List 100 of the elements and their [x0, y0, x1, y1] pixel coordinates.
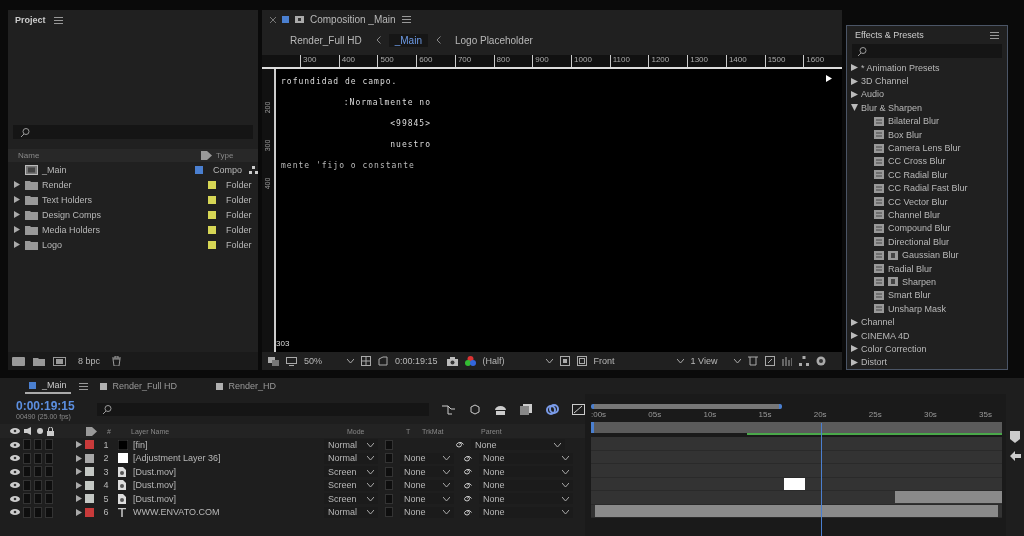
expand-arrow-icon[interactable] [851, 77, 858, 85]
label-color-swatch[interactable] [85, 440, 94, 450]
layer-name[interactable]: [Dust.mov] [133, 480, 321, 491]
effect-category[interactable]: * Animation Presets [861, 62, 940, 73]
timeline-tab[interactable]: _Main [25, 378, 71, 394]
mask-icon[interactable] [378, 356, 388, 366]
effect-category[interactable]: Color Correction [861, 343, 927, 354]
layer-name[interactable]: [Adjustment Layer 36] [133, 453, 321, 464]
zoom-arrow-icon[interactable] [1009, 451, 1021, 461]
label-color-swatch[interactable] [85, 507, 94, 517]
effect-category[interactable]: Distort [861, 357, 887, 368]
project-item-name[interactable]: _Main [42, 164, 191, 175]
effect-category[interactable]: 3D Channel [861, 76, 909, 87]
switch-box[interactable] [34, 452, 42, 464]
expand-arrow-icon[interactable] [851, 358, 858, 366]
close-icon[interactable] [270, 16, 276, 23]
new-folder-icon[interactable] [33, 356, 45, 366]
switch-box[interactable] [23, 466, 31, 478]
switch-box[interactable] [385, 439, 393, 450]
eye-icon[interactable] [10, 428, 20, 434]
effect-item[interactable]: Sharpen [902, 276, 937, 287]
menu-icon[interactable] [78, 382, 88, 390]
project-item-name[interactable]: Render [42, 179, 204, 190]
menu-icon[interactable] [53, 16, 63, 24]
project-item-name[interactable]: Text Holders [42, 194, 204, 205]
eye-icon[interactable] [10, 495, 20, 502]
switch-box[interactable] [23, 493, 31, 505]
switch-box[interactable] [385, 453, 393, 464]
camera-icon[interactable] [446, 356, 458, 366]
expand-arrow-icon[interactable] [14, 181, 20, 188]
color-channels-icon[interactable] [464, 356, 476, 366]
search-field[interactable] [852, 44, 1002, 58]
comp-marker-icon[interactable] [1010, 431, 1020, 443]
expand-arrow-icon[interactable] [851, 332, 858, 339]
effect-item[interactable]: Camera Lens Blur [888, 143, 961, 154]
effect-item[interactable]: CC Radial Fast Blur [888, 183, 968, 194]
grid-icon[interactable] [361, 356, 371, 366]
breadcrumb-tab[interactable]: _Main [388, 33, 428, 47]
composition-flowchart-icon[interactable] [442, 403, 456, 415]
switch-box[interactable] [385, 466, 393, 477]
effect-category[interactable]: Blur & Sharpen [861, 102, 923, 113]
view-layout-dropdown[interactable]: 1 View [690, 356, 727, 366]
switch-box[interactable] [34, 506, 42, 518]
switch-box[interactable] [385, 507, 393, 518]
composition-canvas[interactable]: rofundidad de campo. :Normalmente no <99845> nuestro mente 'fijo o constante 303 [276, 69, 842, 352]
switch-box[interactable] [45, 439, 53, 451]
eye-icon[interactable] [10, 468, 20, 475]
new-composition-icon[interactable] [53, 356, 66, 366]
effect-item[interactable]: Compound Blur [888, 223, 951, 234]
eye-icon[interactable] [10, 509, 20, 516]
eye-icon[interactable] [10, 482, 20, 489]
effect-item[interactable]: CC Vector Blur [888, 196, 948, 207]
expand-arrow-icon[interactable] [851, 318, 858, 326]
frame-blending-icon[interactable] [520, 403, 534, 415]
effect-item[interactable]: Radial Blur [888, 263, 933, 274]
fast-preview-icon[interactable] [764, 356, 775, 366]
timeline-tab[interactable]: Render_Full HD [95, 379, 204, 393]
expand-arrow-icon[interactable] [851, 104, 858, 112]
switch-box[interactable] [34, 439, 42, 451]
zoom-dropdown[interactable]: 50% [304, 356, 340, 366]
eye-icon[interactable] [10, 441, 20, 448]
layer-name[interactable]: WWW.ENVATO.COM [133, 507, 321, 518]
expand-arrow-icon[interactable] [14, 226, 20, 233]
view-dropdown[interactable]: Front [593, 356, 670, 366]
layer-name[interactable]: [Dust.mov] [133, 493, 321, 504]
layer-name[interactable]: [fin] [133, 439, 321, 450]
region-icon[interactable] [559, 356, 570, 366]
effect-item[interactable]: Box Blur [888, 129, 922, 140]
switch-box[interactable] [23, 479, 31, 491]
switch-box[interactable] [23, 506, 31, 518]
breadcrumb-tab[interactable]: Render_Full HD [284, 33, 368, 47]
timeline-tab[interactable]: Render_HD [211, 379, 320, 393]
effect-category[interactable]: Audio [861, 89, 885, 100]
switch-box[interactable] [45, 493, 53, 505]
switch-box[interactable] [385, 480, 393, 491]
label-color-swatch[interactable] [85, 453, 94, 463]
menu-icon[interactable] [990, 31, 999, 39]
exposure-icon[interactable] [815, 356, 826, 366]
monitor-icon[interactable] [286, 356, 297, 366]
effect-item[interactable]: CC Cross Blur [888, 156, 946, 167]
menu-icon[interactable] [401, 16, 411, 23]
solo-dot-icon[interactable] [37, 428, 43, 434]
layer-name[interactable]: [Dust.mov] [133, 466, 321, 477]
expand-arrow-icon[interactable] [851, 90, 858, 98]
bit-depth-button[interactable]: 8 bpc [74, 356, 105, 366]
search-field[interactable] [13, 125, 253, 139]
expand-arrow-icon[interactable] [14, 241, 20, 248]
effect-item[interactable]: Directional Blur [888, 236, 950, 247]
label-color-swatch[interactable] [85, 467, 94, 477]
effect-category[interactable]: Channel [861, 317, 895, 328]
switch-box[interactable] [34, 479, 42, 491]
expand-arrow-icon[interactable] [14, 196, 20, 203]
trash-icon[interactable] [112, 356, 122, 366]
effect-item[interactable]: Bilateral Blur [888, 116, 940, 127]
effect-item[interactable]: Channel Blur [888, 210, 941, 220]
flowchart-icon[interactable] [249, 165, 258, 174]
label-color-swatch[interactable] [85, 494, 94, 504]
graph-editor-icon[interactable] [572, 403, 586, 415]
play-icon[interactable] [826, 75, 832, 82]
expand-arrow-icon[interactable] [14, 211, 20, 218]
